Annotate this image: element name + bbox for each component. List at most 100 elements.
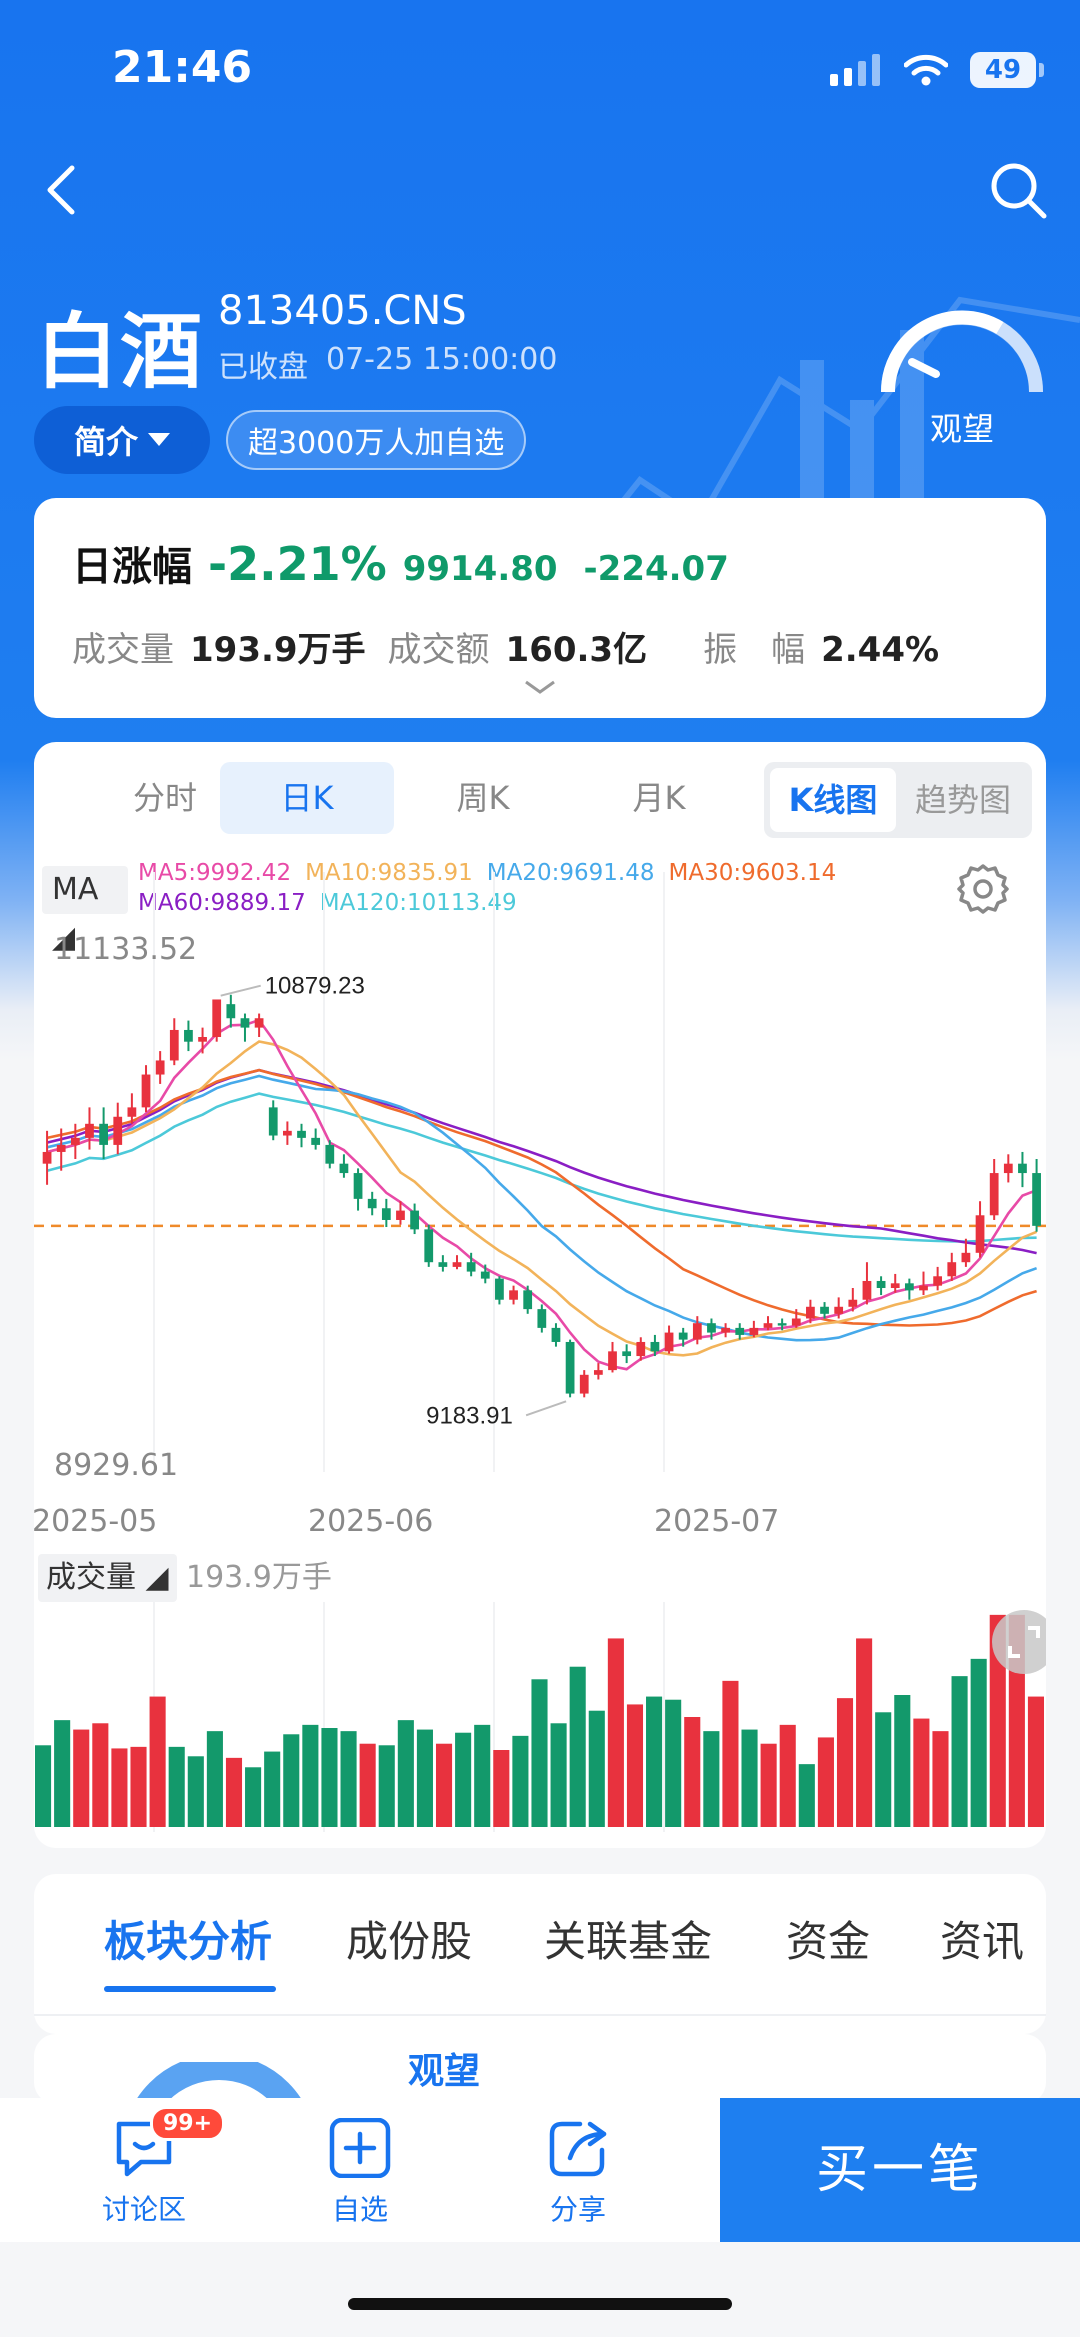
high-price-label: 10879.23 [265,973,365,1000]
volume-bar [92,1723,109,1827]
candle [509,1285,518,1305]
candle-body [862,1280,872,1300]
volume-bar [722,1680,739,1827]
candle [184,1020,193,1052]
candle [975,1201,985,1258]
candle-body [777,1323,787,1326]
volume-bar [130,1746,147,1827]
candle [240,1013,250,1042]
volume-bar [760,1743,777,1827]
back-icon[interactable] [34,160,94,220]
sector-title: 白酒 [36,305,205,400]
tab-constituents[interactable]: 成份股 [346,1908,472,1969]
volume-bar [474,1724,491,1827]
home-indicator[interactable] [348,2298,732,2310]
tab-weekly-k[interactable]: 周K [396,762,570,834]
candle-body [537,1309,547,1328]
tab-news[interactable]: 资讯 [940,1908,1024,1969]
status-time: 21:46 [112,42,253,93]
candle [1032,1158,1041,1232]
volume-bar [455,1732,472,1827]
candle [367,1191,377,1216]
add-watchlist-button[interactable]: 自选 [300,2117,420,2228]
quote-card[interactable]: 日涨幅 -2.21% 9914.80 -224.07 成交量 193.9万手 成… [34,498,1046,718]
chart-mode-toggle: K线图 趋势图 [764,762,1032,838]
discuss-button[interactable]: 99+ 讨论区 [84,2106,226,2228]
kline-mode-button[interactable]: K线图 [770,768,896,832]
volume-bar [970,1658,987,1827]
y-axis-top: 11133.52 [54,932,198,967]
quote-stats-row: 成交量 193.9万手 成交额 160.3亿 振 幅 2.44% [72,622,961,671]
candle-body [848,1299,858,1307]
tab-sector-analysis[interactable]: 板块分析 [104,1908,272,1969]
candle-body [297,1130,306,1138]
candle [565,1339,575,1398]
expand-chevron-icon[interactable] [522,676,558,698]
tab-daily-k[interactable]: 日K [220,762,394,834]
battery-indicator: 49 [970,52,1044,88]
candle-body [353,1173,363,1199]
x-tick-jul: 2025-07 [654,1504,780,1539]
candle-body [523,1290,533,1310]
volume-bar [340,1731,357,1827]
search-icon[interactable] [986,158,1050,222]
candle-body [608,1351,617,1371]
discuss-badge: 99+ [150,2106,226,2141]
candle [226,994,236,1028]
market-state-label: 已收盘 [218,350,308,385]
volume-bar [798,1764,815,1827]
volume-value: 193.9万手 [190,630,366,670]
candle [99,1107,108,1159]
candle-body [184,1029,193,1042]
candle [424,1224,434,1267]
ma30-line [46,1068,1037,1327]
volume-bar [512,1735,529,1827]
candle-body [424,1229,434,1263]
candle [989,1158,999,1220]
volume-bar [73,1729,90,1827]
trend-mode-button[interactable]: 趋势图 [900,768,1026,832]
volume-bar [493,1750,510,1827]
tab-monthly-k[interactable]: 月K [572,762,746,834]
share-button[interactable]: 分享 [518,2118,638,2228]
volume-selector[interactable]: 成交量 ◢ [38,1554,177,1602]
candle-body [565,1341,575,1394]
sentiment-label: 观望 [929,410,994,448]
watchlist-count-pill[interactable]: 超3000万人加自选 [226,410,527,470]
chart-period-tabs: 分时 日K 周K 月K K线图 趋势图 [34,762,1046,838]
candle-body [282,1130,292,1136]
intro-dropdown-button[interactable]: 简介 [34,406,210,474]
price-change: -224.07 [583,549,729,589]
volume-bar [626,1704,644,1827]
candle-body [806,1306,815,1319]
candle-body [226,1004,236,1019]
candle [537,1304,547,1333]
buy-button[interactable]: 买一笔 [720,2098,1080,2242]
volume-bar [703,1731,720,1827]
candle-body [480,1271,490,1279]
candle [622,1344,632,1364]
candle-body [636,1341,646,1357]
candle-body [1018,1163,1027,1174]
candle [254,1013,264,1038]
tab-related-funds[interactable]: 关联基金 [544,1908,712,1969]
volume-bar [435,1743,453,1827]
candle-body [820,1306,829,1314]
volume-bar [836,1698,854,1827]
volume-bar [856,1638,873,1827]
add-square-icon [329,2117,391,2179]
candle [947,1252,957,1281]
candle [452,1255,462,1270]
fullscreen-button[interactable] [992,1610,1046,1674]
candle [268,1100,278,1141]
candle [42,1130,52,1185]
volume-chart[interactable] [34,1602,1046,1832]
market-state: 已收盘 07-25 15:00:00 [218,342,557,386]
candle-body [721,1327,730,1333]
tab-capital[interactable]: 资金 [786,1908,870,1969]
candle-body [890,1283,900,1289]
y-axis-bottom: 8929.61 [54,1448,179,1483]
candle-body [707,1323,716,1333]
candle [551,1323,561,1347]
candle-body [70,1137,80,1145]
